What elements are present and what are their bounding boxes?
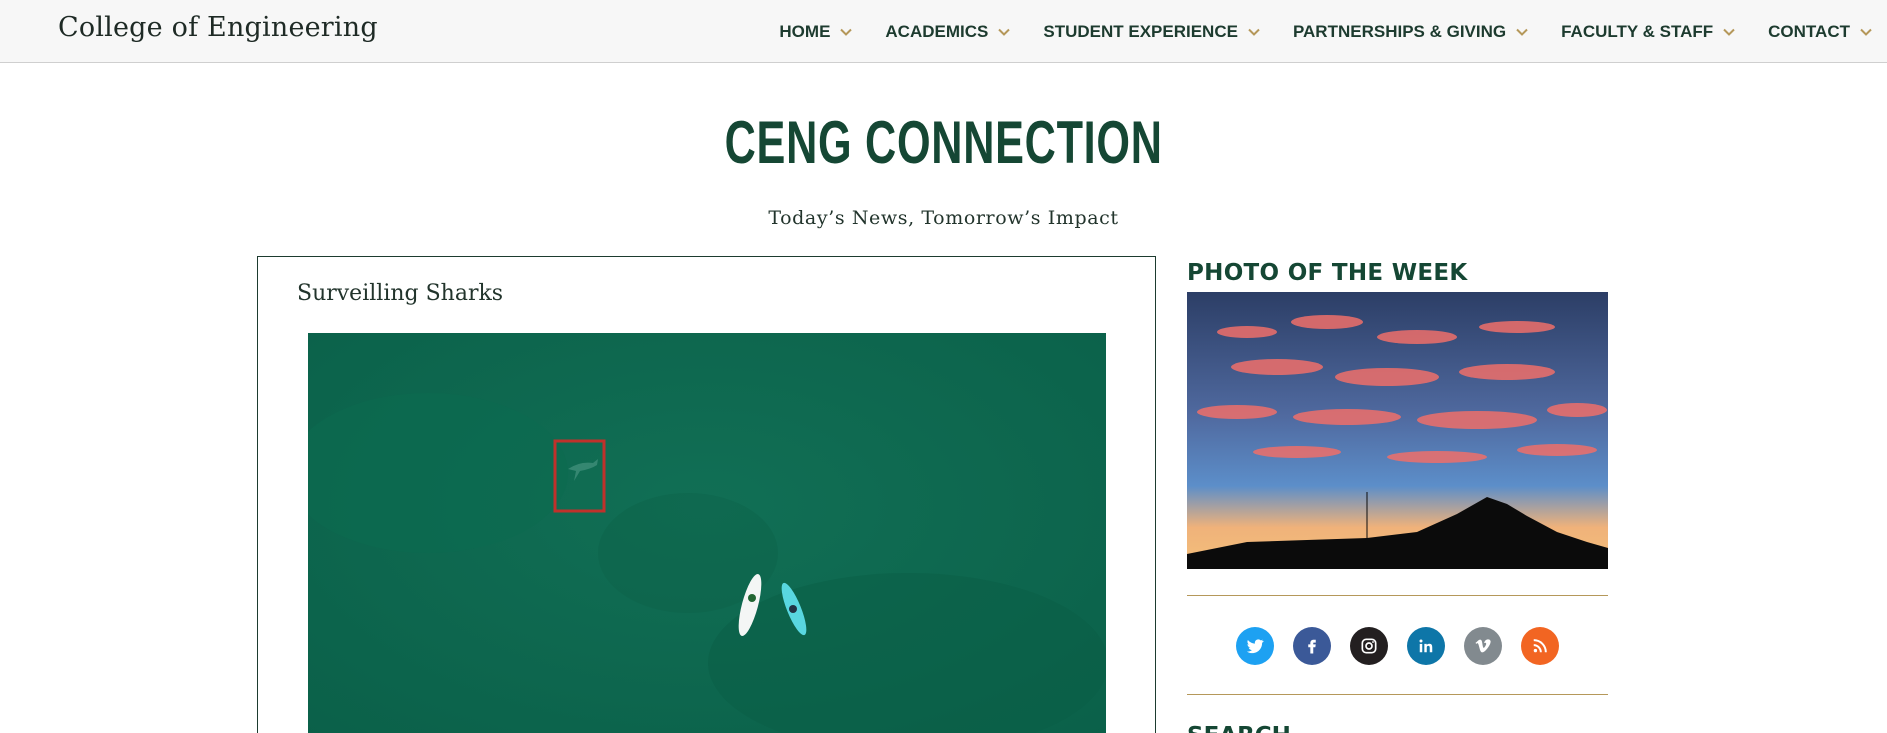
photo-of-the-week-title: PHOTO OF THE WEEK <box>1187 260 1468 286</box>
divider <box>1187 694 1608 695</box>
nav-partnerships-giving[interactable]: PARTNERSHIPS & GIVING <box>1293 22 1529 42</box>
linkedin-button[interactable] <box>1407 627 1445 665</box>
instagram-icon <box>1361 638 1377 654</box>
linkedin-icon <box>1419 639 1433 653</box>
top-navigation-bar: College of Engineering HOME ACADEMICS ST… <box>0 0 1887 63</box>
vimeo-button[interactable] <box>1464 627 1502 665</box>
instagram-button[interactable] <box>1350 627 1388 665</box>
facebook-button[interactable] <box>1293 627 1331 665</box>
twitter-icon <box>1246 639 1264 654</box>
rss-button[interactable] <box>1521 627 1559 665</box>
twitter-button[interactable] <box>1236 627 1274 665</box>
article-image[interactable] <box>308 333 1106 733</box>
search-title: SEARCH <box>1187 723 1608 733</box>
nav-home[interactable]: HOME <box>779 22 853 42</box>
social-links <box>1187 596 1608 694</box>
chevron-down-icon <box>1860 28 1872 36</box>
sidebar: PHOTO OF THE WEEK <box>1187 260 1608 733</box>
chevron-down-icon <box>1516 28 1528 36</box>
chevron-down-icon <box>840 28 853 36</box>
photo-of-the-week-image[interactable] <box>1187 292 1608 569</box>
facebook-icon <box>1308 639 1316 654</box>
nav-student-experience-label: STUDENT EXPERIENCE <box>1043 21 1238 41</box>
nav-partnerships-giving-label: PARTNERSHIPS & GIVING <box>1292 21 1507 41</box>
nav-home-label: HOME <box>779 21 831 41</box>
nav-contact[interactable]: CONTACT <box>1768 22 1873 42</box>
article-title[interactable]: Surveilling Sharks <box>297 281 503 306</box>
masthead-subtitle: Today’s News, Tomorrow’s Impact <box>768 207 1119 229</box>
chevron-down-icon <box>998 28 1011 36</box>
nav-academics[interactable]: ACADEMICS <box>885 22 1011 42</box>
nav-faculty-staff-label: FACULTY & STAFF <box>1561 21 1714 41</box>
masthead-title: CENG CONNECTION <box>724 109 1163 176</box>
site-title[interactable]: College of Engineering <box>58 12 378 43</box>
featured-article-card: Surveilling Sharks <box>257 256 1156 733</box>
nav-student-experience[interactable]: STUDENT EXPERIENCE <box>1043 22 1261 42</box>
nav-academics-label: ACADEMICS <box>885 21 989 41</box>
rss-icon <box>1533 639 1547 653</box>
nav-contact-label: CONTACT <box>1768 21 1850 41</box>
nav-faculty-staff[interactable]: FACULTY & STAFF <box>1561 22 1736 42</box>
chevron-down-icon <box>1248 28 1260 36</box>
aerial-ocean-photo <box>308 333 1106 733</box>
vimeo-icon <box>1475 639 1491 653</box>
chevron-down-icon <box>1723 28 1735 36</box>
main-nav: HOME ACADEMICS STUDENT EXPERIENCE PARTNE… <box>779 0 1887 63</box>
